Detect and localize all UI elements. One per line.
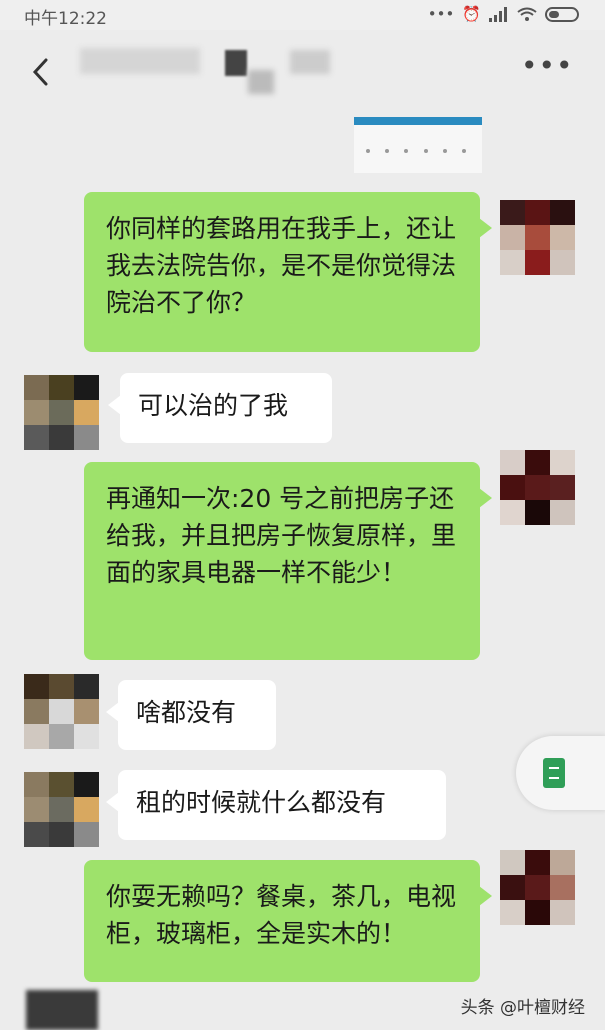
message-text: 你耍无赖吗？餐桌，茶几，电视柜，玻璃柜，全是实木的！ [106, 882, 457, 948]
message-text: 啥都没有 [136, 698, 237, 727]
contact-avatar[interactable] [24, 375, 99, 450]
sender-avatar[interactable] [500, 200, 575, 275]
dots-indicator-icon: ••• [427, 5, 455, 23]
signal-icon [489, 6, 507, 22]
watermark: 头条 @叶檀财经 [460, 998, 585, 1018]
message-bubble-sent[interactable]: 你耍无赖吗？餐桌，茶几，电视柜，玻璃柜，全是实木的！ [84, 860, 492, 982]
message-bubble-received[interactable]: 啥都没有 [106, 680, 276, 750]
status-bar: 中午12:22 ••• ⏰ [0, 0, 605, 30]
status-time: 中午12:22 [24, 9, 107, 29]
contact-avatar-partial[interactable] [26, 990, 98, 1030]
back-arrow-icon [32, 58, 48, 86]
blurred-contact-name-block [248, 70, 274, 94]
message-bubble-received[interactable]: 租的时候就什么都没有 [106, 770, 446, 840]
document-icon [543, 758, 565, 788]
message-bubble-sent[interactable]: 再通知一次:20 号之前把房子还给我，并且把房子恢复原样，里面的家具电器一样不能… [84, 462, 492, 660]
floating-document-button[interactable] [516, 736, 605, 810]
contact-avatar[interactable] [24, 772, 99, 847]
status-icons: ••• ⏰ [428, 5, 579, 23]
alarm-icon: ⏰ [462, 5, 481, 23]
blurred-contact-name-block [225, 50, 247, 76]
battery-icon [545, 6, 579, 22]
wifi-icon [517, 7, 537, 21]
blurred-contact-name [80, 48, 200, 74]
sender-avatar[interactable] [500, 450, 575, 525]
chat-header: ••• [0, 30, 605, 110]
shared-image-thumbnail[interactable] [354, 117, 482, 173]
contact-avatar[interactable] [24, 674, 99, 749]
message-text: 再通知一次:20 号之前把房子还给我，并且把房子恢复原样，里面的家具电器一样不能… [106, 484, 457, 587]
blurred-contact-name-block [290, 50, 330, 74]
message-bubble-received[interactable]: 可以治的了我 [108, 373, 332, 443]
message-text: 你同样的套路用在我手上，还让我去法院告你，是不是你觉得法院治不了你？ [106, 214, 457, 317]
more-dots-icon[interactable]: ••• [521, 52, 573, 86]
back-button[interactable] [26, 52, 56, 92]
message-text: 可以治的了我 [138, 391, 289, 420]
sender-avatar[interactable] [500, 850, 575, 925]
message-text: 租的时候就什么都没有 [136, 788, 387, 817]
message-bubble-sent[interactable]: 你同样的套路用在我手上，还让我去法院告你，是不是你觉得法院治不了你？ [84, 192, 492, 352]
